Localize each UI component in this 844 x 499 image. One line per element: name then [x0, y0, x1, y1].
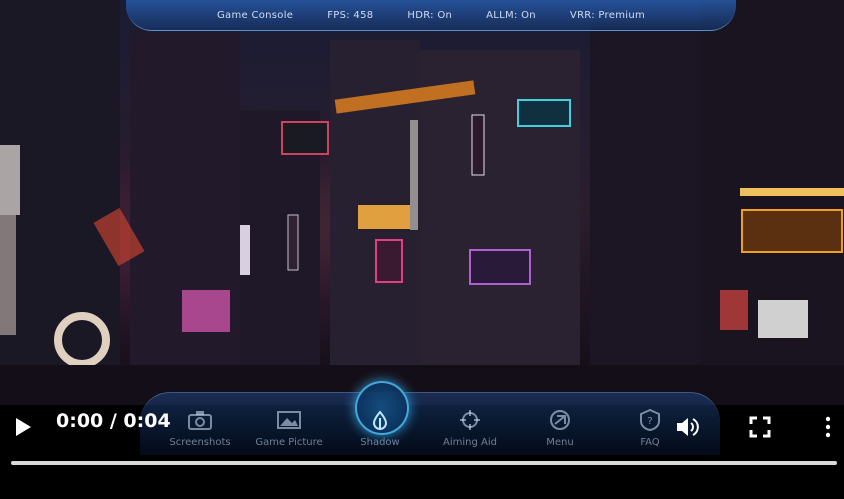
hud-mode: Game Console — [217, 9, 294, 21]
hud-hdr: HDR: On — [407, 9, 453, 21]
picture-icon — [277, 411, 301, 429]
fullscreen-icon — [749, 416, 771, 438]
camera-icon — [188, 411, 212, 430]
more-vert-icon — [825, 416, 831, 438]
dock-label: Screenshots — [169, 437, 231, 448]
volume-icon — [677, 418, 699, 436]
svg-text:?: ? — [647, 416, 652, 427]
dock-item-menu[interactable]: Menu — [515, 409, 605, 448]
fullscreen-button[interactable] — [749, 416, 771, 438]
dock-item-game-picture[interactable]: Game Picture — [244, 409, 334, 448]
dock-label: Shadow — [360, 437, 400, 448]
faq-icon: ? — [640, 409, 660, 431]
play-icon — [16, 418, 31, 436]
volume-button[interactable] — [675, 414, 701, 440]
menu-icon — [550, 410, 570, 430]
dock-label: Aiming Aid — [443, 437, 497, 448]
game-status-hud: Game Console FPS: 458 HDR: On ALLM: On V… — [126, 0, 736, 31]
dock-label: Menu — [546, 437, 574, 448]
hud-fps: FPS: 458 — [327, 9, 374, 21]
crosshair-icon — [460, 410, 480, 430]
dock-item-aiming-aid[interactable]: Aiming Aid — [425, 409, 515, 448]
hud-vrr: VRR: Premium — [569, 9, 645, 21]
dock-label: FAQ — [640, 437, 660, 448]
play-button[interactable] — [12, 415, 34, 439]
progress-bar[interactable] — [11, 461, 837, 465]
dock-item-shadow[interactable]: Shadow — [335, 381, 425, 448]
time-display: 0:00 / 0:04 — [56, 410, 171, 432]
game-menu-dock: Screenshots Game Picture Shadow Aiming A… — [140, 381, 720, 455]
dock-label: Game Picture — [255, 437, 323, 448]
hud-allm: ALLM: On — [486, 9, 536, 21]
more-options-button[interactable] — [822, 416, 834, 438]
shadow-icon — [372, 410, 388, 430]
